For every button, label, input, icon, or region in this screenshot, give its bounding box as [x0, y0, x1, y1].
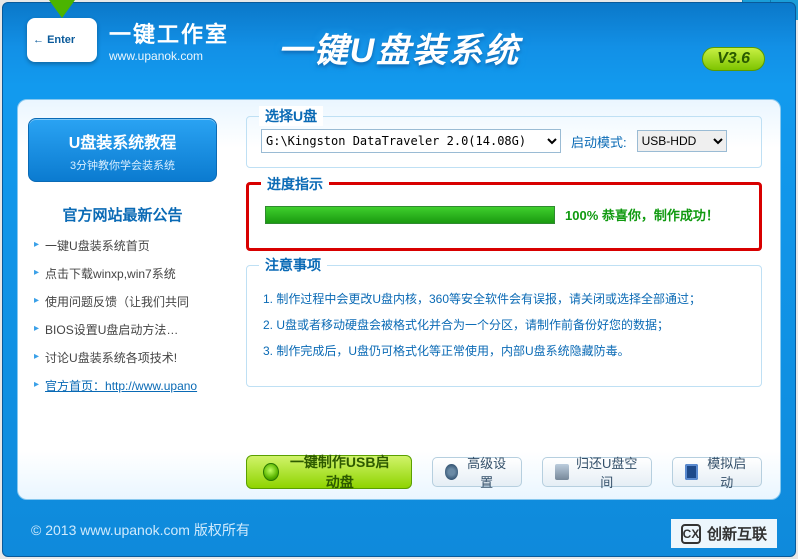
- sidebar: U盘装系统教程 3分钟教你学会装系统 官方网站最新公告 一键U盘装系统首页 点击…: [18, 100, 228, 499]
- note-item: 1. 制作过程中会更改U盘内核，360等安全软件会有误报，请关闭或选择全部通过；: [263, 290, 745, 308]
- note-item: 2. U盘或者移动硬盘会被格式化并合为一个分区，请制作前备份好您的数据；: [263, 316, 745, 334]
- watermark: CX 创新互联: [671, 519, 777, 548]
- button-row: 一键制作USB启动盘 高级设置 归还U盘空间 模拟启动: [246, 455, 762, 489]
- select-drive-fieldset: 选择U盘 G:\Kingston DataTraveler 2.0(14.08G…: [246, 116, 762, 168]
- footer-copyright: © 2013 www.upanok.com 版权所有: [31, 520, 250, 540]
- notes-fieldset: 注意事项 1. 制作过程中会更改U盘内核，360等安全软件会有误报，请关闭或选择…: [246, 265, 762, 387]
- list-item[interactable]: 一键U盘装系统首页: [34, 237, 211, 254]
- list-item[interactable]: 点击下载winxp,win7系统: [34, 265, 211, 282]
- announce-heading: 官方网站最新公告: [28, 204, 217, 225]
- tutorial-subtitle: 3分钟教你学会装系统: [37, 157, 208, 173]
- list-item[interactable]: 官方首页：http://www.upano: [34, 377, 211, 394]
- progress-fieldset: 进度指示 100% 恭喜你，制作成功！: [246, 182, 762, 251]
- gear-icon: [445, 464, 459, 480]
- boot-mode-select[interactable]: USB-HDD: [637, 130, 727, 152]
- header: Enter 一键工作室 www.upanok.com 一键U盘装系统 V3.6: [3, 3, 795, 89]
- main-panel: U盘装系统教程 3分钟教你学会装系统 官方网站最新公告 一键U盘装系统首页 点击…: [17, 99, 781, 500]
- notes-legend: 注意事项: [259, 255, 327, 275]
- progress-legend: 进度指示: [261, 174, 329, 194]
- app-window: Enter 一键工作室 www.upanok.com 一键U盘装系统 V3.6 …: [2, 2, 796, 557]
- app-title: 一键U盘装系统: [278, 23, 521, 72]
- drive-icon: [555, 464, 569, 480]
- link[interactable]: 讨论U盘装系统各项技术!: [45, 349, 177, 366]
- make-usb-button[interactable]: 一键制作USB启动盘: [246, 455, 412, 489]
- link[interactable]: 官方首页：http://www.upano: [45, 377, 197, 394]
- list-item[interactable]: BIOS设置U盘启动方法…: [34, 321, 211, 338]
- version-badge: V3.6: [702, 47, 765, 71]
- progress-bar-fill: [266, 207, 554, 223]
- advanced-label: 高级设置: [464, 453, 509, 491]
- logo-icon: Enter: [27, 18, 97, 62]
- link[interactable]: 点击下载winxp,win7系统: [45, 265, 176, 282]
- link[interactable]: BIOS设置U盘启动方法…: [45, 321, 178, 338]
- restore-space-button[interactable]: 归还U盘空间: [542, 457, 652, 487]
- boot-mode-label: 启动模式:: [571, 132, 627, 151]
- content-area: 选择U盘 G:\Kingston DataTraveler 2.0(14.08G…: [228, 100, 780, 499]
- simulate-boot-button[interactable]: 模拟启动: [672, 457, 762, 487]
- select-drive-legend: 选择U盘: [259, 106, 323, 126]
- tutorial-button[interactable]: U盘装系统教程 3分钟教你学会装系统: [28, 118, 217, 182]
- brand-subtitle: www.upanok.com: [109, 49, 229, 63]
- drive-select[interactable]: G:\Kingston DataTraveler 2.0(14.08G): [261, 129, 561, 153]
- progress-bar: [265, 206, 555, 224]
- watermark-text: 创新互联: [707, 523, 767, 544]
- restore-label: 归还U盘空间: [575, 453, 639, 491]
- announce-list: 一键U盘装系统首页 点击下载winxp,win7系统 使用问题反馈（让我们共同 …: [28, 237, 217, 394]
- note-item: 3. 制作完成后，U盘仍可格式化等正常使用，内部U盘系统隐藏防毒。: [263, 342, 745, 360]
- link[interactable]: 一键U盘装系统首页: [45, 237, 150, 254]
- monitor-icon: [685, 464, 699, 480]
- watermark-icon: CX: [681, 524, 701, 544]
- tutorial-title: U盘装系统教程: [37, 129, 208, 153]
- logo-enter-label: Enter: [33, 34, 75, 46]
- progress-status: 100% 恭喜你，制作成功！: [565, 205, 719, 224]
- advanced-settings-button[interactable]: 高级设置: [432, 457, 522, 487]
- cd-icon: [263, 463, 279, 481]
- simulate-label: 模拟启动: [704, 453, 749, 491]
- brand-title: 一键工作室: [109, 17, 229, 49]
- list-item[interactable]: 讨论U盘装系统各项技术!: [34, 349, 211, 366]
- link[interactable]: 使用问题反馈（让我们共同: [45, 293, 189, 310]
- list-item[interactable]: 使用问题反馈（让我们共同: [34, 293, 211, 310]
- make-usb-label: 一键制作USB启动盘: [285, 452, 395, 492]
